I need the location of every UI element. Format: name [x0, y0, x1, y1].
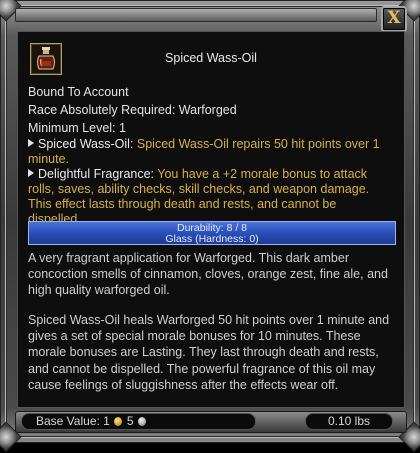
item-details-panel: Spiced Wass-Oil Bound To Account Race Ab… [17, 31, 405, 408]
material-hardness: Glass (Hardness: 0) [165, 233, 259, 245]
bullet-arrow-icon [28, 169, 34, 177]
effect-entry: Spiced Wass-Oil: Spiced Wass-Oil repairs… [28, 137, 388, 167]
durability-bar: Durability: 8 / 8 Glass (Hardness: 0) [28, 221, 396, 245]
bound-status: Bound To Account [28, 85, 129, 99]
effect-name: Delightful Fragrance: [38, 167, 155, 181]
minimum-level: Minimum Level: 1 [28, 121, 126, 135]
effect-entry: Delightful Fragrance: You have a +2 mora… [28, 167, 388, 227]
silver-amount: 5 [126, 414, 134, 428]
item-tooltip-window: X Spiced Wass-Oil Bound To Account Race … [0, 0, 420, 453]
gold-amount: 1 [103, 414, 110, 428]
gold-coin-icon [113, 417, 122, 426]
usage-description: Spiced Wass-Oil heals Warforged 50 hit p… [28, 313, 390, 392]
flavor-description: A very fragrant application for Warforge… [28, 251, 388, 298]
bullet-arrow-icon [28, 139, 34, 147]
base-value-display: Base Value: 1 5 [21, 413, 256, 430]
item-title: Spiced Wass-Oil [165, 51, 257, 65]
title-bar[interactable] [15, 8, 377, 22]
item-weight: 0.10 lbs [305, 413, 393, 430]
silver-coin-icon [137, 417, 146, 426]
effect-name: Spiced Wass-Oil: [38, 137, 134, 151]
race-requirement: Race Absolutely Required: Warforged [28, 103, 237, 117]
base-value-label: Base Value: [36, 414, 100, 428]
close-button[interactable]: X [381, 6, 407, 32]
